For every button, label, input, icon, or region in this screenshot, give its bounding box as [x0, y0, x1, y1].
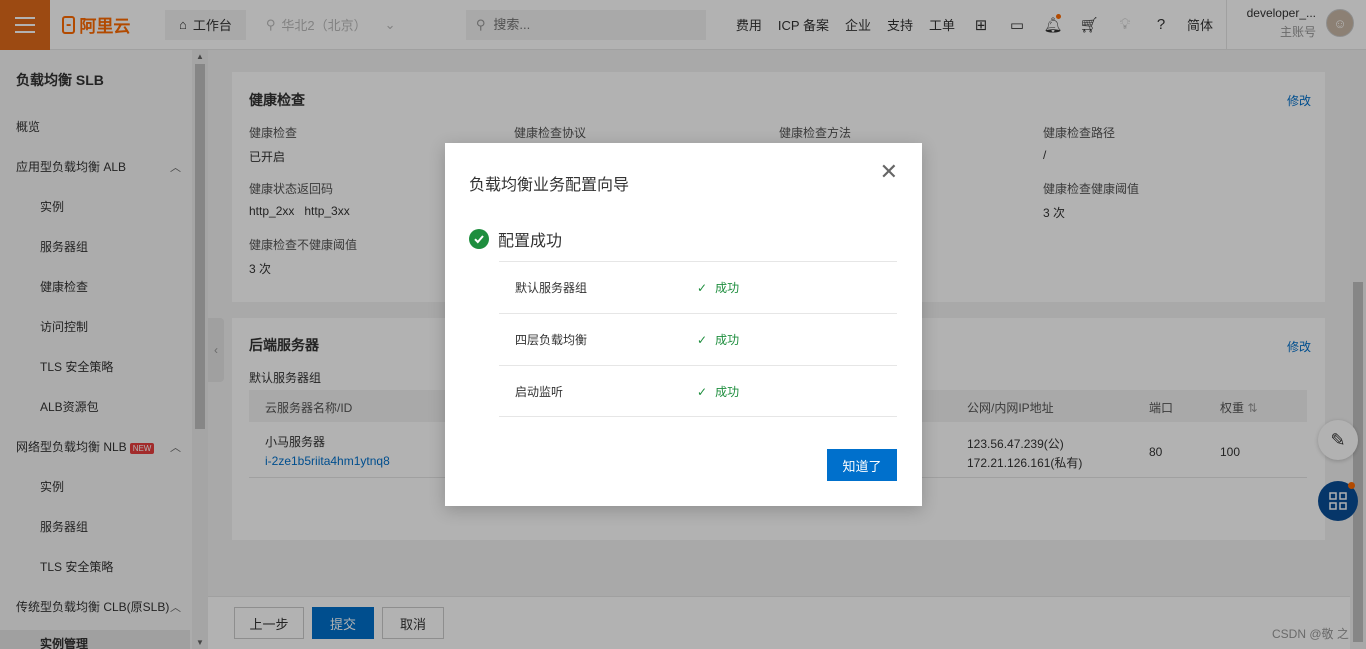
success-check-icon	[469, 229, 489, 249]
step-row: 默认服务器组 ✓ 成功	[515, 262, 895, 313]
step-name: 启动监听	[515, 385, 564, 399]
step-status: ✓ 成功	[697, 331, 739, 348]
step-name: 四层负载均衡	[515, 333, 588, 347]
step-name: 默认服务器组	[515, 281, 588, 295]
config-wizard-dialog: 负载均衡业务配置向导 ✕ 配置成功 默认服务器组 ✓ 成功 四层负载均衡 ✓ 成功 …	[445, 143, 922, 506]
checkmark-icon: ✓	[697, 384, 708, 399]
step-status-label: 成功	[715, 333, 740, 347]
step-status-label: 成功	[715, 385, 740, 399]
checkmark-icon: ✓	[697, 332, 708, 347]
dialog-title: 负载均衡业务配置向导	[469, 177, 630, 194]
step-row: 四层负载均衡 ✓ 成功	[515, 314, 895, 365]
step-divider	[499, 416, 897, 417]
success-header: 配置成功	[469, 227, 562, 251]
success-title: 配置成功	[498, 233, 563, 250]
close-icon[interactable]: ✕	[880, 161, 898, 183]
step-row: 启动监听 ✓ 成功	[515, 366, 895, 417]
step-status-label: 成功	[715, 281, 740, 295]
step-status: ✓ 成功	[697, 279, 739, 296]
got-it-button[interactable]: 知道了	[827, 449, 897, 481]
step-status: ✓ 成功	[697, 383, 739, 400]
checkmark-icon: ✓	[697, 280, 708, 295]
